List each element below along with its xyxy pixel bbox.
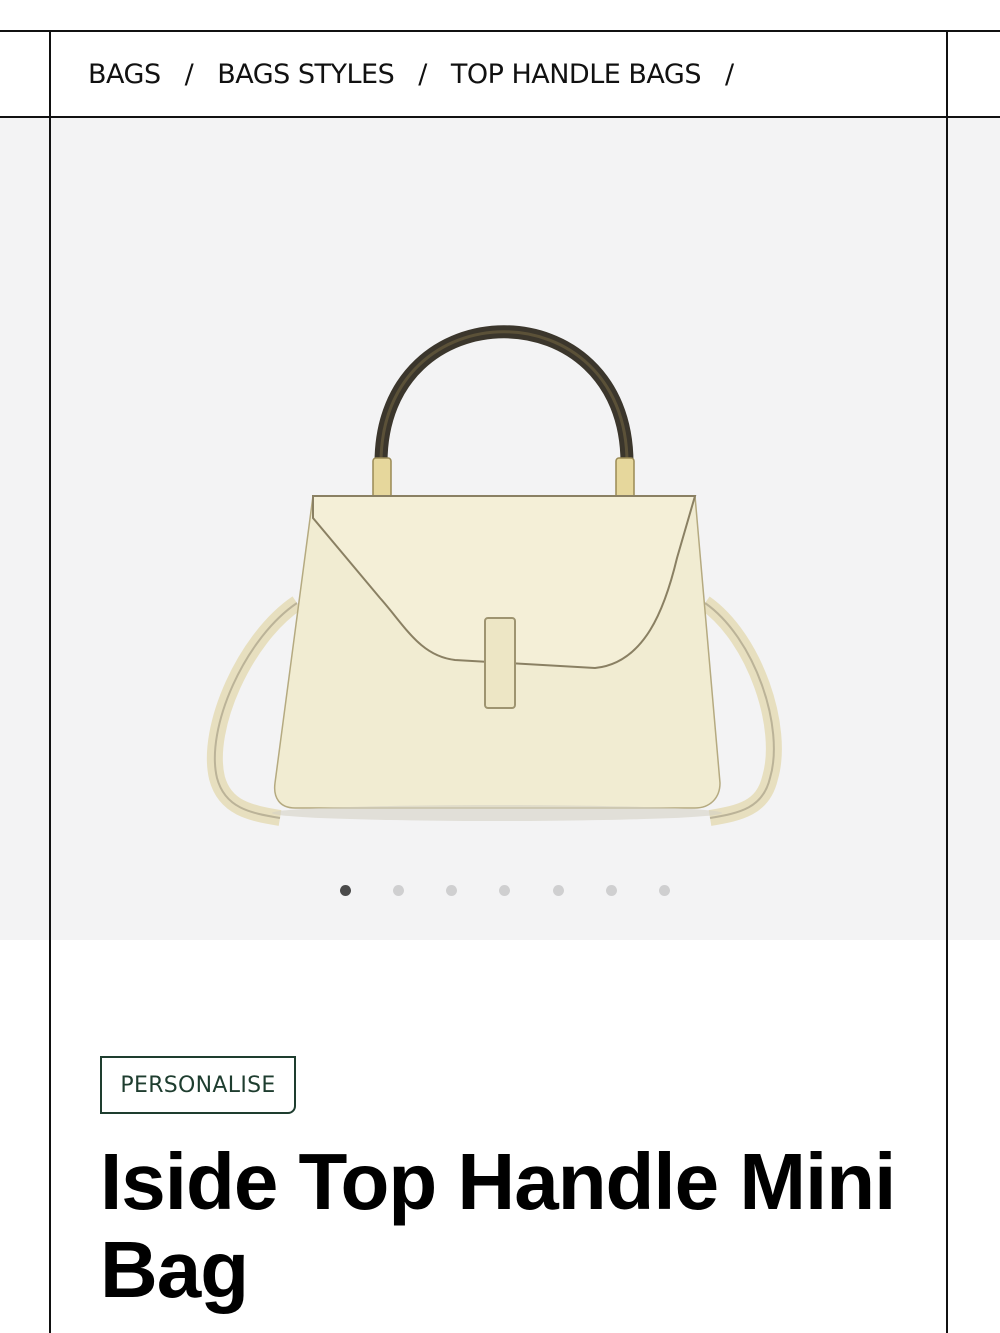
personalise-button[interactable]: PERSONALISE [100,1056,296,1114]
gallery-dot-2[interactable] [393,884,405,896]
gallery-pagination [340,875,670,905]
gallery-dot-5[interactable] [552,884,564,896]
gallery-dot-3[interactable] [446,884,458,896]
product-image-gallery[interactable] [0,118,1000,940]
gallery-right-line [946,118,948,940]
gallery-dot-6[interactable] [605,884,617,896]
gallery-dot-4[interactable] [499,884,511,896]
gallery-dot-1[interactable] [340,884,351,896]
breadcrumb-item-bags[interactable]: BAGS [88,59,161,90]
breadcrumb-separator: / [184,58,194,90]
breadcrumb-separator: / [724,58,734,90]
breadcrumb-item-top-handle-bags[interactable]: TOP HANDLE BAGS [451,59,702,90]
gallery-dot-7[interactable] [658,884,670,896]
breadcrumb-item-bags-styles[interactable]: BAGS STYLES [217,59,395,90]
product-image[interactable] [205,308,785,868]
gallery-left-line [49,118,51,940]
breadcrumb: BAGS / BAGS STYLES / TOP HANDLE BAGS / [88,52,758,96]
breadcrumb-separator: / [418,58,427,90]
top-border-line [0,30,1000,32]
product-title: Iside Top Handle Mini Bag [100,1137,896,1314]
